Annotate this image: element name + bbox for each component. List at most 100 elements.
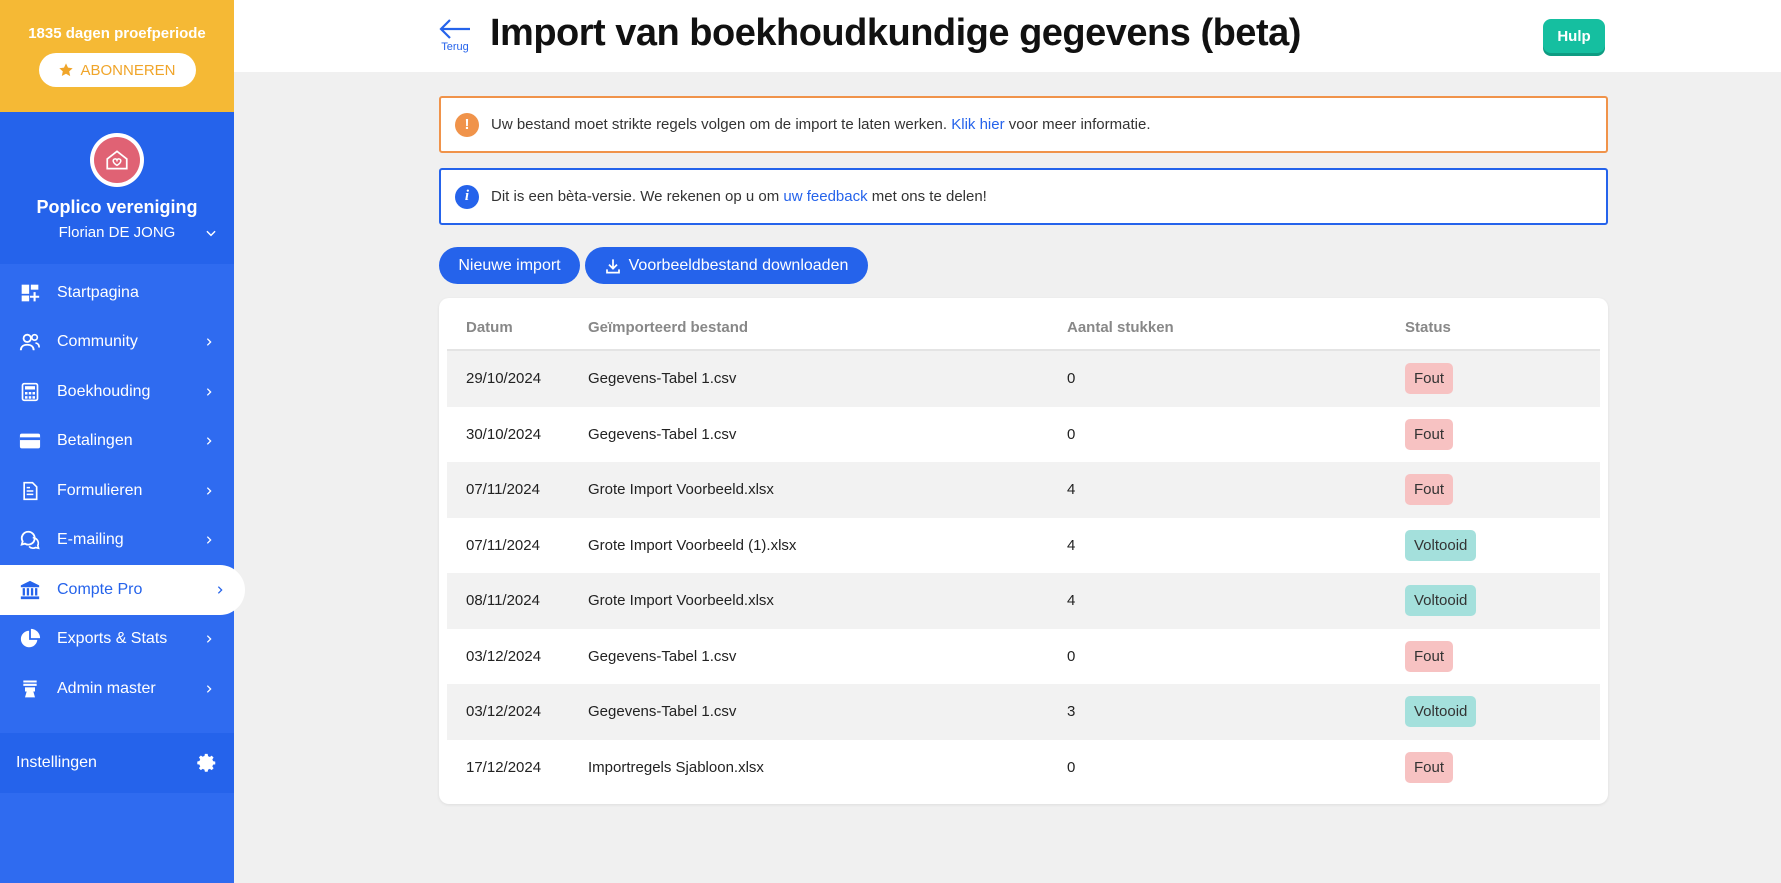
info-icon: i	[455, 184, 479, 209]
admin-icon	[23, 680, 37, 698]
credit-card-icon	[19, 433, 41, 449]
cell-file: Gegevens-Tabel 1.csv	[588, 647, 737, 665]
column-header-status: Status	[1405, 319, 1451, 336]
chevron-right-icon	[206, 437, 212, 446]
chevron-right-icon	[206, 536, 212, 545]
sidebar-item-boekhouding[interactable]: Boekhouding	[0, 367, 234, 417]
organization-panel: Poplico vereniging Florian DE JONG	[0, 112, 234, 264]
cell-date: 08/11/2024	[466, 592, 540, 610]
pie-chart-icon	[20, 629, 41, 648]
back-button[interactable]: Terug	[438, 18, 472, 53]
status-badge: Fout	[1405, 363, 1454, 395]
sidebar-item-e-mailing[interactable]: E-mailing	[0, 516, 234, 566]
sidebar-item-label: E-mailing	[57, 531, 124, 549]
sidebar: 1835 dagen proefperiode ABONNEREN Poplic…	[0, 0, 245, 883]
org-logo	[90, 133, 144, 187]
sidebar-item-exports-stats[interactable]: Exports & Stats	[0, 615, 234, 665]
sidebar-item-label: Betalingen	[57, 432, 133, 450]
sidebar-nav: Startpagina Community Boekhouding Betali…	[0, 264, 245, 714]
table-row[interactable]: 08/11/2024 Grote Import Voorbeeld.xlsx 4 Vo…	[447, 573, 1600, 629]
table-row[interactable]: 29/10/2024 Gegevens-Tabel 1.csv 0 Fout	[447, 351, 1600, 407]
sidebar-item-formulieren[interactable]: Formulieren	[0, 466, 234, 516]
sidebar-item-betalingen[interactable]: Betalingen	[0, 417, 234, 467]
chat-icon	[20, 531, 40, 550]
cell-count: 3	[1067, 703, 1076, 721]
cell-date: 03/12/2024	[466, 703, 542, 721]
user-name: Florian DE JONG	[58, 224, 176, 241]
status-badge: Fout	[1405, 418, 1454, 450]
cell-count: 0	[1067, 647, 1076, 665]
settings-link[interactable]: Instellingen	[0, 733, 234, 793]
sidebar-item-compte-pro[interactable]: Compte Pro	[0, 565, 245, 615]
calculator-icon	[21, 382, 39, 401]
status-badge: Voltooid	[1405, 696, 1477, 728]
sidebar-item-label: Admin master	[57, 679, 156, 697]
trial-days-text: 1835 dagen proefperiode	[28, 25, 206, 42]
column-header-date: Datum	[466, 319, 513, 336]
cell-date: 07/11/2024	[466, 481, 540, 499]
download-example-button[interactable]: Voorbeeldbestand downloaden	[585, 247, 868, 284]
chevron-right-icon	[206, 338, 212, 347]
sidebar-item-admin-master[interactable]: Admin master	[0, 664, 234, 714]
chevron-right-icon	[217, 585, 223, 594]
table-header: Datum Geïmporteerd bestand Aantal stukke…	[447, 306, 1600, 351]
help-button[interactable]: Hulp	[1543, 19, 1605, 53]
table-row[interactable]: 07/11/2024 Grote Import Voorbeeld.xlsx 4 Fo…	[447, 462, 1600, 518]
status-badge: Fout	[1405, 751, 1454, 783]
cell-count: 0	[1067, 758, 1076, 776]
sidebar-item-label: Exports & Stats	[57, 630, 168, 648]
dashboard-icon	[21, 284, 40, 302]
cell-date: 03/12/2024	[466, 647, 542, 665]
column-header-count: Aantal stukken	[1067, 319, 1174, 336]
cell-file: Grote Import Voorbeeld.xlsx	[588, 592, 774, 610]
bank-icon	[20, 580, 40, 599]
feedback-link[interactable]: uw feedback	[783, 188, 867, 205]
org-name: Poplico vereniging	[36, 197, 198, 217]
info-text-before: Dit is een bèta-versie. We rekenen op u …	[491, 188, 780, 205]
sidebar-item-label: Boekhouding	[57, 382, 151, 400]
rules-info-link[interactable]: Klik hier	[951, 116, 1004, 133]
cell-file: Gegevens-Tabel 1.csv	[588, 370, 737, 388]
imports-table-card: Datum Geïmporteerd bestand Aantal stukke…	[439, 298, 1608, 804]
sidebar-item-label: Formulieren	[57, 481, 143, 499]
status-badge: Fout	[1405, 474, 1454, 506]
cell-file: Gegevens-Tabel 1.csv	[588, 703, 737, 721]
column-header-file: Geïmporteerd bestand	[588, 319, 749, 336]
info-text-after: met ons te delen!	[871, 188, 987, 205]
table-row[interactable]: 03/12/2024 Gegevens-Tabel 1.csv 3 Voltooid	[447, 684, 1600, 740]
sidebar-item-label: Community	[57, 333, 138, 351]
page-title: Import van boekhoudkundige gegevens (bet…	[490, 12, 1301, 54]
sidebar-item-label: Startpagina	[57, 283, 139, 301]
sidebar-item-startpagina[interactable]: Startpagina	[0, 268, 234, 318]
table-row[interactable]: 03/12/2024 Gegevens-Tabel 1.csv 0 Fout	[447, 629, 1600, 685]
subscribe-button[interactable]: ABONNEREN	[38, 53, 196, 87]
table-row[interactable]: 30/10/2024 Gegevens-Tabel 1.csv 0 Fout	[447, 407, 1600, 463]
status-badge: Fout	[1405, 640, 1454, 672]
house-heart-icon	[106, 150, 128, 170]
status-badge: Voltooid	[1405, 585, 1477, 617]
trial-banner: 1835 dagen proefperiode ABONNEREN	[0, 0, 234, 112]
cell-file: Importregels Sjabloon.xlsx	[588, 758, 764, 776]
gear-icon	[197, 753, 216, 772]
chevron-down-icon	[206, 230, 216, 237]
new-import-button[interactable]: Nieuwe import	[439, 247, 580, 284]
cell-date: 29/10/2024	[466, 370, 542, 388]
table-row[interactable]: 07/11/2024 Grote Import Voorbeeld (1).xls…	[447, 518, 1600, 574]
cell-count: 4	[1067, 481, 1076, 499]
users-icon	[19, 334, 40, 351]
warning-text-after: voor meer informatie.	[1008, 116, 1151, 133]
cell-file: Grote Import Voorbeeld.xlsx	[588, 481, 774, 499]
sidebar-item-community[interactable]: Community	[0, 318, 234, 368]
back-label: Terug	[441, 41, 469, 53]
user-switcher[interactable]: Florian DE JONG	[0, 224, 234, 241]
warning-text: Uw bestand moet strikte regels volgen om…	[491, 116, 1150, 133]
info-alert: i Dit is een bèta-versie. We rekenen op …	[439, 168, 1608, 225]
chevron-right-icon	[206, 387, 212, 396]
status-badge: Voltooid	[1405, 529, 1477, 561]
chevron-right-icon	[206, 684, 212, 693]
info-text: Dit is een bèta-versie. We rekenen op u …	[491, 188, 987, 205]
exclamation-icon: !	[455, 112, 479, 137]
chevron-right-icon	[206, 635, 212, 644]
table-row[interactable]: 17/12/2024 Importregels Sjabloon.xlsx 0 Fou…	[447, 740, 1600, 796]
cell-date: 17/12/2024	[466, 758, 542, 776]
